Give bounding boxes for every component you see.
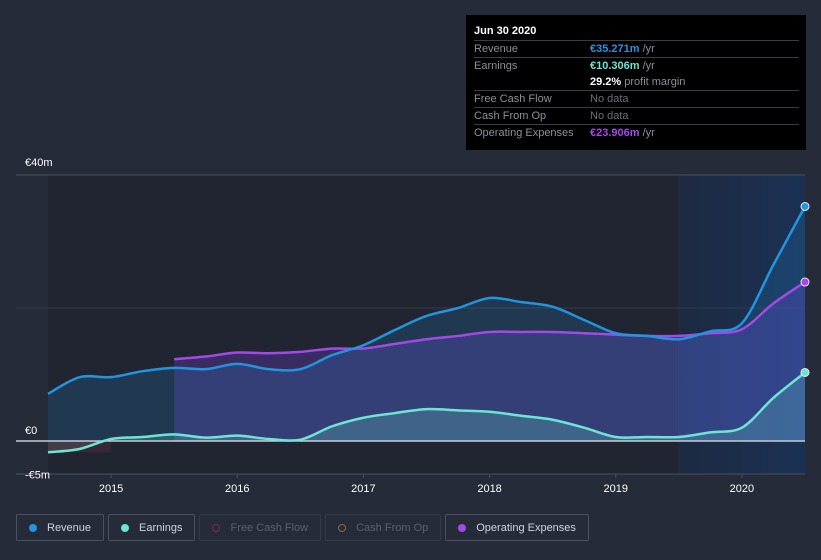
legend-label: Revenue: [47, 521, 92, 534]
y-tick-label: -€5m: [25, 469, 50, 481]
tooltip-row: Revenue €35.271m /yr: [474, 41, 799, 58]
x-tick-label: 2017: [351, 483, 375, 495]
tooltip-row: Operating Expenses €23.906m /yr: [474, 125, 799, 141]
legend-item-cash-from-op[interactable]: Cash From Op: [325, 514, 442, 541]
tooltip-row: Cash From Op No data: [474, 108, 799, 125]
tooltip-value: €35.271m /yr: [590, 43, 655, 55]
tooltip-value: €23.906m /yr: [590, 127, 655, 139]
legend-dot-icon: [458, 523, 467, 532]
legend-dot-icon: [338, 523, 347, 532]
tooltip-row: Free Cash Flow No data: [474, 91, 799, 108]
tooltip-value: No data: [590, 110, 629, 122]
tooltip-label: [474, 74, 590, 90]
y-tick-label: €40m: [25, 157, 53, 169]
legend: Revenue Earnings Free Cash Flow Cash From O…: [16, 514, 589, 541]
tooltip-value: No data: [590, 93, 629, 105]
tooltip-value: €10.306m /yr: [590, 60, 655, 72]
legend-dot-icon: [29, 523, 37, 532]
legend-item-earnings[interactable]: Earnings: [108, 514, 196, 541]
legend-item-revenue[interactable]: Revenue: [16, 514, 105, 541]
operating-expenses-endpoint: [800, 277, 810, 287]
legend-label: Free Cash Flow: [230, 521, 309, 534]
earnings-endpoint: [800, 367, 810, 377]
legend-label: Cash From Op: [356, 521, 429, 534]
legend-item-free-cash-flow[interactable]: Free Cash Flow: [199, 514, 322, 541]
legend-label: Operating Expenses: [476, 521, 576, 534]
revenue-endpoint: [800, 201, 810, 211]
legend-label: Earnings: [139, 521, 183, 534]
x-tick-label: 2020: [730, 483, 754, 495]
tooltip-label: Cash From Op: [474, 110, 547, 122]
tooltip-label: Free Cash Flow: [474, 93, 552, 105]
x-tick-label: 2019: [604, 483, 628, 495]
y-tick-label: €0: [25, 425, 37, 437]
legend-dot-icon: [212, 523, 221, 532]
tooltip-label: Earnings: [474, 60, 518, 72]
tooltip-row: 29.2% profit margin: [474, 74, 799, 91]
tooltip-row: Earnings €10.306m /yr: [474, 58, 799, 74]
x-tick-label: 2015: [99, 483, 123, 495]
tooltip-date: Jun 30 2020: [474, 23, 799, 41]
tooltip-panel: Jun 30 2020 Revenue €35.271m /yr Earnings €…: [466, 15, 806, 150]
legend-item-operating-expenses[interactable]: Operating Expenses: [445, 514, 589, 541]
legend-dot-icon: [121, 523, 130, 532]
tooltip-value: 29.2% profit margin: [590, 76, 686, 88]
tooltip-label: Operating Expenses: [474, 127, 574, 139]
x-tick-label: 2018: [477, 483, 501, 495]
tooltip-label: Revenue: [474, 43, 519, 55]
x-tick-label: 2016: [225, 483, 249, 495]
